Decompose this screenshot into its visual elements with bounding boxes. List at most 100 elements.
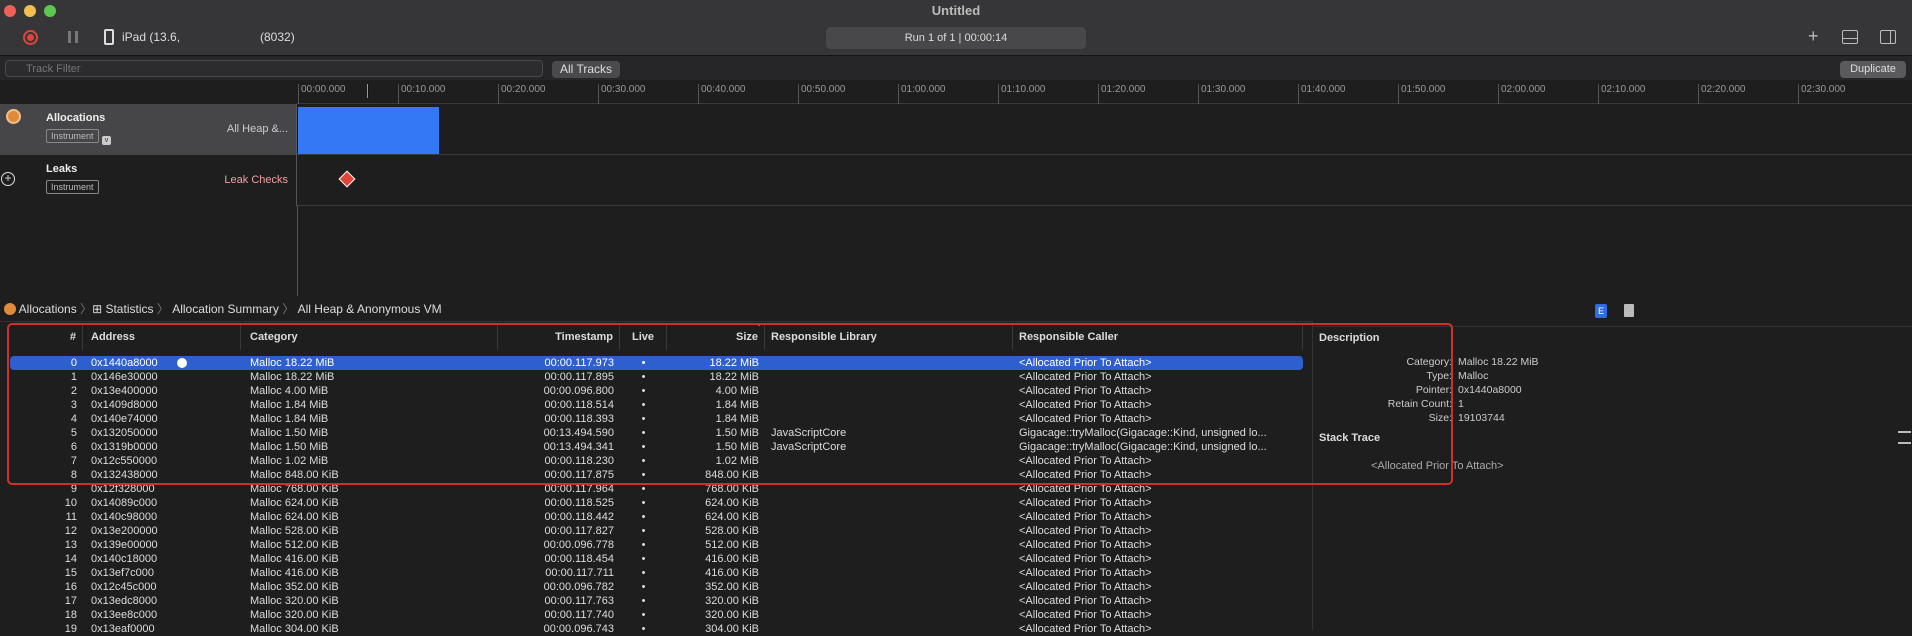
column-header-responsible-caller[interactable]: Responsible Caller [1013,324,1303,350]
table-row[interactable]: 1 0x146e30000 Malloc 18.22 MiB 00:00.117.89… [10,370,1303,384]
column-header-live[interactable]: Live [620,324,667,350]
breadcrumb-allocations[interactable]: Allocations [19,302,77,316]
column-header-timestamp[interactable]: Timestamp [498,324,620,350]
table-row[interactable]: 8 0x132438000 Malloc 848.00 KiB 00:00.117.8… [10,468,1303,482]
detail-field-value: Malloc [1458,370,1489,382]
cell-size: 768.00 KiB [705,483,759,495]
run-status[interactable]: Run 1 of 1 | 00:00:14 [826,27,1086,49]
cell-responsible-caller: <Allocated Prior To Attach> [1019,511,1152,523]
cell-timestamp: 00:00.096.778 [543,539,614,551]
table-row[interactable]: 2 0x13e400000 Malloc 4.00 MiB 00:00.096.800… [10,384,1303,398]
track-allocations[interactable]: Allocations Instrument v All Heap &... [0,104,1912,155]
go-to-arrow-icon[interactable] [177,358,187,368]
record-button[interactable] [23,30,38,45]
document-icon[interactable] [1624,304,1634,317]
cell--: 1 [70,371,77,383]
cell-live: • [641,371,646,383]
table-row[interactable]: 5 0x132050000 Malloc 1.50 MiB 00:13.494.590… [10,426,1303,440]
table-row[interactable]: 4 0x140e74000 Malloc 1.84 MiB 00:00.118.393… [10,412,1303,426]
detail-field-value: 19103744 [1458,412,1505,424]
flag-marker-icon[interactable] [367,84,369,98]
breadcrumb-statistics[interactable]: Statistics [105,302,153,316]
cell-live: • [641,455,646,467]
timeline-ruler[interactable]: 00:00.000 00:10.000 00:20.000 00:30.000 00:4… [297,80,1912,104]
cell-live: • [641,609,646,621]
cell-category: Malloc 1.84 MiB [250,399,329,411]
cell-timestamp: 00:13.494.590 [543,427,614,439]
toolbar: Untitled iPad (13.6, (8032) Run 1 of 1 |… [0,0,1912,56]
breadcrumb-allocation-summary[interactable]: Allocation Summary [172,302,279,316]
ruler-tick: 00:30.000 [598,84,646,104]
duplicate-button[interactable]: Duplicate [1840,61,1906,78]
table-row[interactable]: 11 0x140c98000 Malloc 624.00 KiB 00:00.118.… [10,510,1303,524]
cell-address: 0x13e400000 [91,385,158,397]
column-header-address[interactable]: Address [85,324,241,350]
add-instrument-icon[interactable]: + [1,172,15,186]
window-title: Untitled [931,3,981,18]
leak-detected-icon[interactable] [338,170,356,188]
cell-timestamp: 00:00.118.514 [544,399,614,411]
table-row[interactable]: 15 0x13ef7c000 Malloc 416.00 KiB 00:00.117.… [10,566,1303,580]
ruler-tick: 02:30.000 [1798,84,1846,104]
cell-timestamp: 00:00.118.525 [544,497,614,509]
table-row[interactable]: 12 0x13e200000 Malloc 528.00 KiB 00:00.117.… [10,524,1303,538]
cell-category: Malloc 1.84 MiB [250,413,329,425]
cell-live: • [641,357,646,369]
instrument-badge[interactable]: Instrument [46,180,99,194]
column-header-category[interactable]: Category [244,324,498,350]
track-filter-input[interactable] [5,60,543,77]
cell-live: • [641,511,646,523]
cell-address: 0x140c18000 [91,553,158,565]
cell--: 6 [70,441,77,453]
pause-button[interactable] [68,31,78,43]
instrument-badge[interactable]: Instrument [46,129,99,143]
cell-address: 0x13ee8c000 [91,609,158,621]
plus-icon[interactable]: + [1808,26,1819,47]
ruler-tick: 01:40.000 [1298,84,1346,104]
cell-live: • [641,399,646,411]
cell-address: 0x139e00000 [91,539,158,551]
cell-size: 512.00 KiB [705,539,759,551]
table-row[interactable]: 9 0x12f328000 Malloc 768.00 KiB 00:00.117.9… [10,482,1303,496]
column-header--[interactable]: # [10,324,83,350]
cell-timestamp: 00:00.117.740 [544,609,614,621]
cell-size: 320.00 KiB [705,609,759,621]
cell-size: 416.00 KiB [705,567,759,579]
track-detail-label: Leak Checks [224,174,288,186]
process-selector[interactable]: (8032) [260,30,295,44]
cell--: 5 [70,427,77,439]
detail-field-label: Pointer: [1415,384,1452,396]
table-row[interactable]: 0 0x1440a8000 Malloc 18.22 MiB 00:00.117.97… [10,356,1303,370]
table-row[interactable]: 6 0x1319b0000 Malloc 1.50 MiB 00:13.494.341… [10,440,1303,454]
cell-category: Malloc 768.00 KiB [250,483,339,495]
device-selector[interactable]: iPad (13.6, [122,30,180,44]
breadcrumb-all-heap[interactable]: All Heap & Anonymous VM [298,302,442,316]
cell-address: 0x12c45c000 [91,581,157,593]
cell-responsible-caller: <Allocated Prior To Attach> [1019,483,1152,495]
bottom-pane-toggle-icon[interactable] [1842,30,1858,44]
cell-live: • [641,483,646,495]
table-row[interactable]: 14 0x140c18000 Malloc 416.00 KiB 00:00.118.… [10,552,1303,566]
table-row[interactable]: 3 0x1409d8000 Malloc 1.84 MiB 00:00.118.514… [10,398,1303,412]
all-tracks-button[interactable]: All Tracks [552,61,620,78]
extended-detail-icon[interactable]: E [1595,304,1607,318]
table-row[interactable]: 16 0x12c45c000 Malloc 352.00 KiB 00:00.096.… [10,580,1303,594]
cell-address: 0x12f328000 [91,483,155,495]
chevron-down-icon[interactable]: v [102,136,111,145]
column-header-size[interactable]: Size [667,324,765,350]
table-row[interactable]: 17 0x13edc8000 Malloc 320.00 KiB 00:00.117.… [10,594,1303,608]
table-row[interactable]: 13 0x139e00000 Malloc 512.00 KiB 00:00.096.… [10,538,1303,552]
expand-stack-icon[interactable] [1898,431,1911,444]
column-header-responsible-library[interactable]: Responsible Library [765,324,1013,350]
right-pane-toggle-icon[interactable] [1880,30,1896,44]
ruler-tick: 02:20.000 [1698,84,1746,104]
cell-timestamp: 00:00.117.964 [544,483,614,495]
track-leaks[interactable]: + Leaks Instrument Leak Checks [0,155,1912,206]
cell-timestamp: 00:13.494.341 [543,441,614,453]
allocations-instrument-icon [4,303,16,315]
table-row[interactable]: 18 0x13ee8c000 Malloc 320.00 KiB 00:00.117.… [10,608,1303,622]
table-row[interactable]: 7 0x12c550000 Malloc 1.02 MiB 00:00.118.230… [10,454,1303,468]
table-row[interactable]: 19 0x13eaf0000 Malloc 304.00 KiB 00:00.096.… [10,622,1303,636]
cell-timestamp: 00:00.096.743 [543,623,614,635]
table-row[interactable]: 10 0x14089c000 Malloc 624.00 KiB 00:00.118.… [10,496,1303,510]
